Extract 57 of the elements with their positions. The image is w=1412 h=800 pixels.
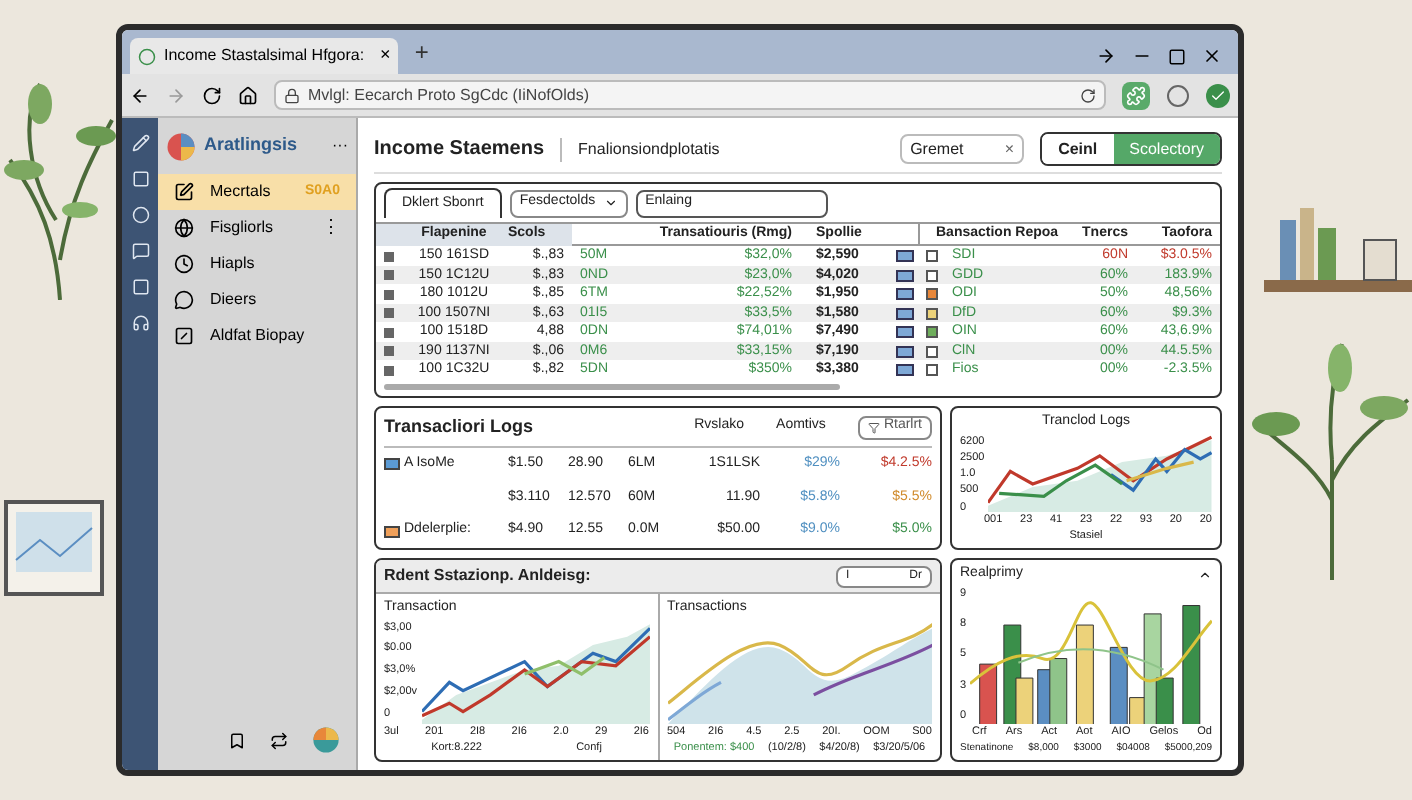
clear-button[interactable]: × xyxy=(1004,137,1015,161)
filter-icon xyxy=(867,421,880,433)
maximize-icon[interactable] xyxy=(1168,47,1186,65)
sidebar-item[interactable]: Aldfat Biopay xyxy=(158,318,356,354)
sidebar-item[interactable]: Fisgliorls ⋮ xyxy=(158,210,356,246)
scrollbar[interactable] xyxy=(384,384,840,391)
site-icon xyxy=(138,47,156,65)
item-icon xyxy=(174,254,194,274)
forward-icon[interactable] xyxy=(1096,46,1116,66)
check-icon[interactable] xyxy=(1206,83,1230,107)
row-checkbox[interactable] xyxy=(926,269,938,282)
reload-icon[interactable] xyxy=(202,85,222,105)
row-checkbox[interactable] xyxy=(926,288,938,301)
lock-icon xyxy=(284,87,300,103)
url-field[interactable]: Mvlgl: Eecarch Proto SgCdc (IiNofOlds) xyxy=(274,80,1106,110)
tab-close-button[interactable]: × xyxy=(380,42,391,70)
more-button[interactable]: ··· xyxy=(332,134,348,158)
square-icon[interactable] xyxy=(131,278,149,296)
row-checkbox[interactable] xyxy=(926,364,938,377)
close-icon[interactable] xyxy=(1202,46,1222,66)
new-tab-button[interactable]: + xyxy=(414,34,429,70)
row-checkbox[interactable] xyxy=(926,345,938,358)
extension-icon[interactable] xyxy=(1122,81,1150,109)
chat-icon[interactable] xyxy=(131,242,149,260)
back-icon[interactable] xyxy=(130,85,150,105)
browser-tab[interactable]: Income Stastalsimal Hfgora: × xyxy=(130,38,399,74)
row-checkbox[interactable] xyxy=(926,326,938,339)
sidebar-item[interactable]: Dieers xyxy=(158,282,356,318)
item-menu-button[interactable]: ⋮ xyxy=(322,214,340,242)
tab-title: Income Stastalsimal Hfgora: xyxy=(164,44,365,68)
repeat-icon[interactable] xyxy=(270,731,288,749)
row-checkbox[interactable] xyxy=(926,250,938,263)
bookmark-icon[interactable] xyxy=(228,731,246,749)
picture-frame-drawing xyxy=(4,500,104,596)
search-field[interactable]: Gremet × xyxy=(900,134,1025,164)
card-title: Transacliori Logs xyxy=(384,413,534,440)
item-icon xyxy=(174,326,194,346)
page-subtitle: Fnalionsiondplotatis xyxy=(578,137,720,161)
pencil-icon[interactable] xyxy=(131,134,149,152)
profile-icon[interactable] xyxy=(1166,83,1190,107)
sidebar-item[interactable]: Hiapls xyxy=(158,246,356,282)
item-icon xyxy=(174,182,194,202)
logo-icon xyxy=(166,131,196,161)
card-title: Rdent Sstazionp. Anldeisg: xyxy=(384,564,591,588)
item-icon xyxy=(174,290,194,310)
row-checkbox[interactable] xyxy=(926,307,938,320)
circle-icon[interactable] xyxy=(131,206,149,224)
reload-icon[interactable] xyxy=(1080,87,1096,103)
headphones-icon[interactable] xyxy=(131,314,149,332)
square-icon[interactable] xyxy=(131,170,149,188)
item-icon xyxy=(174,218,194,238)
brand-name: Aratlingsis xyxy=(204,132,298,159)
caret-icon xyxy=(603,196,618,210)
home-icon[interactable] xyxy=(238,85,258,105)
page-title: Income Staemens xyxy=(374,136,545,164)
collapse-icon[interactable] xyxy=(1198,567,1212,582)
url-text: Mvlgl: Eecarch Proto SgCdc (IiNofOlds) xyxy=(308,83,589,107)
